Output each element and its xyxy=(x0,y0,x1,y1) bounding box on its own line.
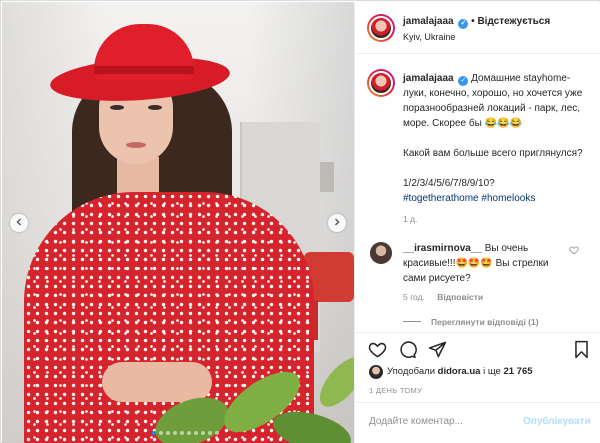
carousel-dot xyxy=(187,431,191,435)
comment-meta: 5 год. Відповісти xyxy=(403,292,483,302)
add-comment-input[interactable] xyxy=(369,416,529,427)
likes-count[interactable]: 21 765 xyxy=(503,366,532,377)
photo-lips xyxy=(126,142,146,148)
caption-text-2: Какой вам больше всего приглянулся? xyxy=(403,148,583,159)
post-date[interactable]: 1 ДЕНЬ ТОМУ xyxy=(369,386,422,395)
comment: __irasmirnova__ Вы очень красивые!!!🤩🤩🤩 … xyxy=(403,241,569,286)
carousel-dot xyxy=(159,431,163,435)
reply-button[interactable]: Відповісти xyxy=(437,292,483,302)
carousel-dot xyxy=(208,431,212,435)
carousel-dot xyxy=(215,431,219,435)
carousel-dot xyxy=(201,431,205,435)
save-button[interactable] xyxy=(569,339,593,363)
comment-composer: Опублікувати xyxy=(355,402,600,443)
bookmark-icon xyxy=(573,340,590,362)
likes-summary: Уподобали didora.ua і ще 21 765 xyxy=(355,364,600,382)
likes-middle: і ще xyxy=(483,366,501,377)
view-replies-label: Переглянути відповіді (1) xyxy=(431,317,539,327)
liker-avatar[interactable] xyxy=(369,365,383,379)
verified-badge-icon: ✓ xyxy=(458,76,469,86)
chevron-right-icon xyxy=(333,218,341,229)
photo-eye-right xyxy=(148,105,162,110)
comment-bubble-icon xyxy=(398,340,417,362)
share-button[interactable] xyxy=(425,339,449,363)
carousel-dot xyxy=(180,431,184,435)
carousel-dot xyxy=(166,431,170,435)
commenter-avatar[interactable] xyxy=(370,242,392,264)
likes-text: Уподобали didora.ua і ще 21 765 xyxy=(387,366,533,377)
post-header: jamalajaaa ✓ • Відстежується Kyiv, Ukrai… xyxy=(355,2,600,54)
heart-icon xyxy=(368,340,387,362)
previous-slide-button[interactable] xyxy=(10,214,28,232)
hashtag-link[interactable]: #homelooks xyxy=(481,193,535,204)
post-photo[interactable] xyxy=(2,2,354,443)
carousel-indicator xyxy=(152,431,219,435)
chevron-left-icon xyxy=(15,218,23,229)
comment-button[interactable] xyxy=(395,339,419,363)
photo-hat-band xyxy=(94,66,194,74)
author-line: jamalajaaa ✓ • Відстежується xyxy=(403,16,550,29)
photo-eye-left xyxy=(110,105,124,110)
author-username[interactable]: jamalajaaa xyxy=(403,16,454,27)
photo-plant xyxy=(155,357,354,443)
instagram-post-modal: jamalajaaa ✓ • Відстежується Kyiv, Ukrai… xyxy=(0,0,600,443)
caption-username[interactable]: jamalajaaa xyxy=(403,73,454,84)
verified-badge-icon: ✓ xyxy=(458,19,469,29)
post-caption: jamalajaaa ✓ Домашние stayhome-луки, кон… xyxy=(403,71,591,227)
carousel-dot xyxy=(173,431,177,435)
paper-plane-icon xyxy=(428,340,447,362)
like-comment-heart-icon[interactable] xyxy=(569,245,579,258)
commenter-username[interactable]: __irasmirnova__ xyxy=(403,243,482,254)
comment-time[interactable]: 5 год. xyxy=(403,292,425,302)
like-button[interactable] xyxy=(365,339,389,363)
post-side-panel: jamalajaaa ✓ • Відстежується Kyiv, Ukrai… xyxy=(354,2,600,443)
publish-button[interactable]: Опублікувати xyxy=(523,416,591,427)
photo-wall-frame xyxy=(320,162,334,192)
caption-time[interactable]: 1 д. xyxy=(403,212,591,227)
post-location[interactable]: Kyiv, Ukraine xyxy=(403,32,455,42)
hashtag-link[interactable]: #togetherathome xyxy=(403,193,479,204)
caption-text-3: 1/2/3/4/5/6/7/8/9/10? xyxy=(403,178,495,189)
likes-prefix: Уподобали xyxy=(387,366,436,377)
caption-author-avatar[interactable] xyxy=(367,69,395,97)
next-slide-button[interactable] xyxy=(328,214,346,232)
carousel-dot xyxy=(194,431,198,435)
follow-status-button[interactable]: Відстежується xyxy=(477,16,550,27)
view-replies-button[interactable]: Переглянути відповіді (1) xyxy=(403,317,539,327)
view-replies-line xyxy=(403,321,421,322)
carousel-dot xyxy=(152,431,156,435)
comments-section: jamalajaaa ✓ Домашние stayhome-луки, кон… xyxy=(355,55,600,332)
author-avatar[interactable] xyxy=(367,14,395,42)
liker-username[interactable]: didora.ua xyxy=(438,366,481,377)
